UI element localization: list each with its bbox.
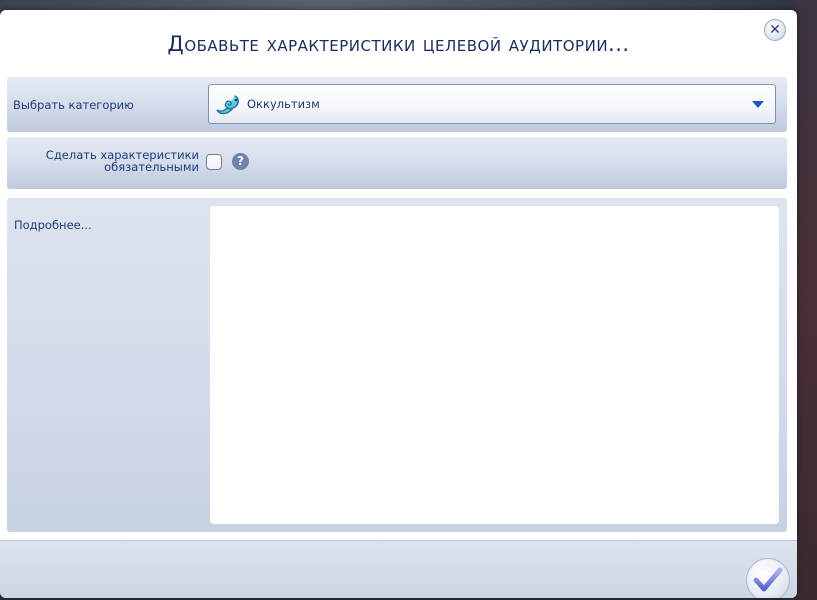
required-row: Сделать характеристики обязательными ? [7, 137, 787, 189]
required-checkbox[interactable] [206, 154, 222, 170]
category-dropdown[interactable]: Оккультизм [208, 84, 776, 124]
category-row: Выбрать категорию Оккультизм [7, 77, 787, 132]
details-row: Подробнее... [7, 198, 787, 532]
close-icon: ✕ [769, 22, 781, 38]
close-button[interactable]: ✕ [764, 19, 786, 41]
dialog-title: Добавьте характеристики целевой аудитори… [167, 32, 630, 56]
question-mark-icon[interactable]: ? [232, 153, 249, 170]
audience-traits-dialog: Добавьте характеристики целевой аудитори… [0, 10, 797, 598]
occult-wisp-icon [216, 95, 239, 115]
details-textarea[interactable] [210, 206, 779, 524]
checkmark-icon [753, 567, 783, 592]
confirm-button[interactable] [746, 558, 790, 598]
category-selected-value: Оккультизм [247, 97, 320, 111]
chevron-down-icon [752, 101, 764, 108]
category-label: Выбрать категорию [13, 98, 134, 112]
required-label: Сделать характеристики обязательными [45, 148, 199, 174]
details-label: Подробнее... [14, 218, 92, 232]
dialog-footer [0, 540, 797, 598]
